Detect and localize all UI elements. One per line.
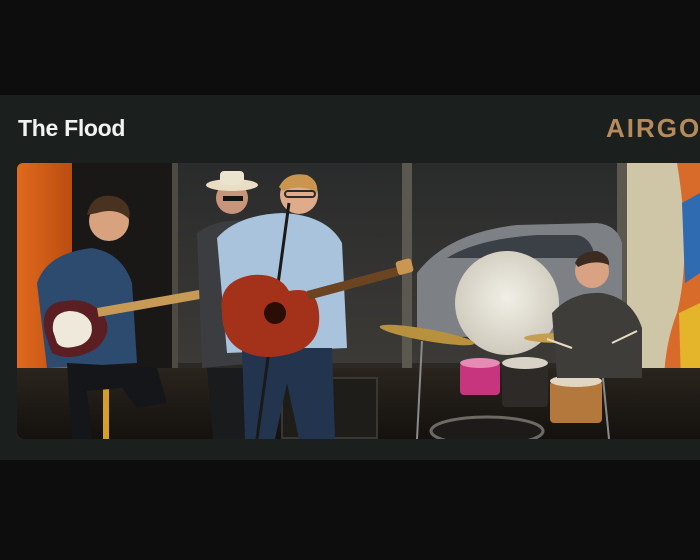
screen: The Flood AIRGO <box>0 0 700 560</box>
event-photo[interactable] <box>17 163 700 439</box>
band-photo-illustration <box>17 163 700 439</box>
brand-logo: AIRGO <box>606 113 700 143</box>
event-card[interactable]: The Flood AIRGO <box>0 95 700 460</box>
event-title[interactable]: The Flood <box>18 115 125 142</box>
